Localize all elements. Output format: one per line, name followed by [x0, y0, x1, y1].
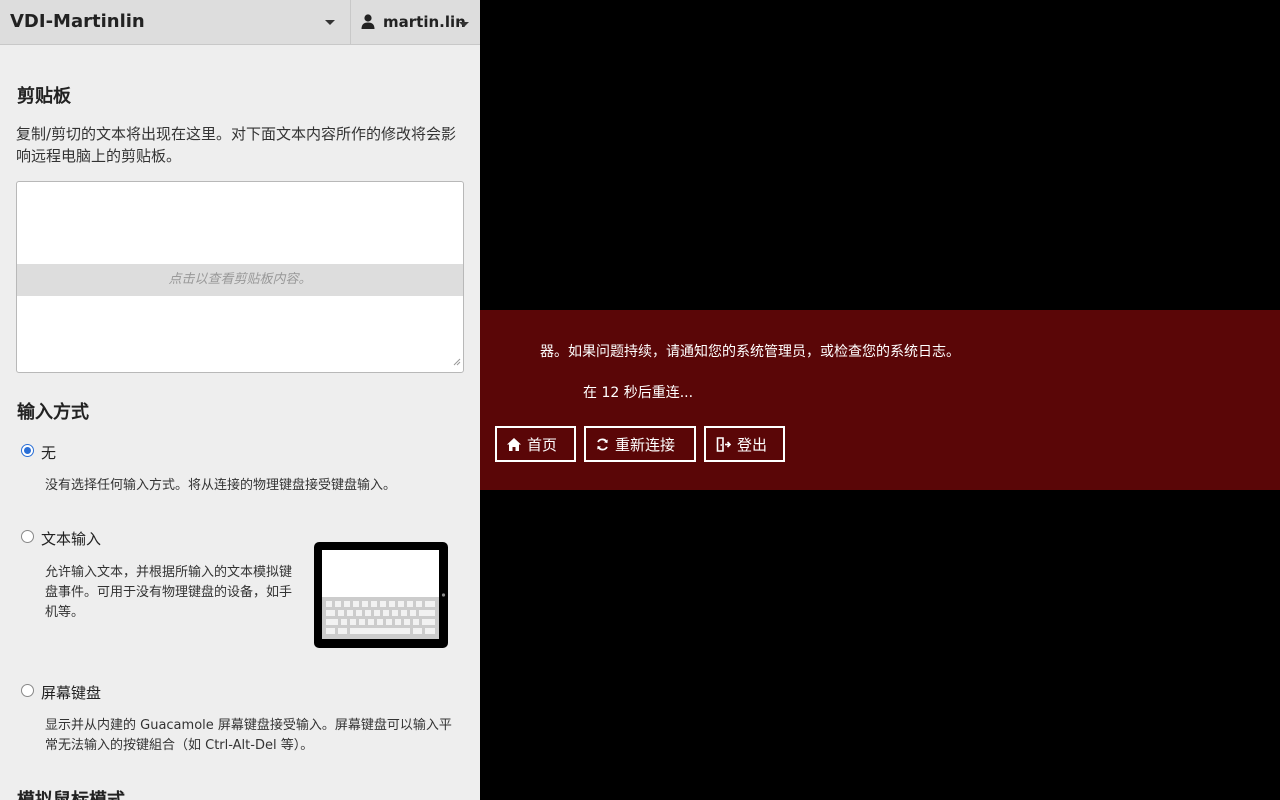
home-button-label: 首页 [527, 435, 558, 454]
chevron-down-icon [320, 17, 340, 36]
option-description-text: 允许输入文本，并根据所输入的文本模拟键盘事件。可用于没有物理键盘的设备，如手机等… [45, 565, 293, 620]
connection-dropdown[interactable] [320, 12, 340, 32]
input-method-title: 输入方式 [17, 402, 89, 423]
reconnect-button[interactable]: 重新连接 [584, 426, 696, 462]
username: martin.lin [383, 13, 466, 31]
clipboard-reveal-hint[interactable]: 点击以查看剪贴板内容。 [17, 264, 463, 296]
mouse-emulation-title: 模拟鼠标模式 [17, 786, 125, 800]
tablet-keyboard-illustration [314, 542, 448, 648]
reconnect-button-label: 重新连接 [615, 435, 676, 454]
home-icon [507, 437, 521, 451]
connection-name: VDI-Martinlin [10, 11, 145, 32]
clipboard-description: 复制/剪切的文本将出现在这里。对下面文本内容所作的修改将会影响远程电脑上的剪贴板… [16, 125, 457, 165]
resize-grip-icon[interactable] [453, 351, 461, 370]
radio-input-none[interactable] [21, 444, 34, 457]
user-icon [361, 14, 375, 33]
radio-label-text[interactable]: 文本输入 [41, 528, 101, 549]
radio-label-none[interactable]: 无 [41, 442, 56, 463]
radio-label-osk[interactable]: 屏幕键盘 [41, 682, 101, 703]
logout-button-label: 登出 [737, 435, 768, 454]
radio-input-text[interactable] [21, 530, 34, 543]
logout-button[interactable]: 登出 [704, 426, 785, 462]
option-description-none: 没有选择任何输入方式。将从连接的物理键盘接受键盘输入。 [45, 478, 397, 493]
guacamole-menu: VDI-Martinlin martin.lin 剪贴板 复制/剪切的文本将出现… [0, 0, 480, 800]
option-description-osk: 显示并从内建的 Guacamole 屏幕键盘接受输入。屏幕键盘可以输入平常无法输… [45, 718, 452, 753]
menu-header: VDI-Martinlin martin.lin [0, 0, 480, 45]
reconnect-icon [596, 438, 609, 451]
clipboard-title: 剪贴板 [17, 86, 71, 107]
user-menu[interactable]: martin.lin [350, 0, 480, 45]
home-button[interactable]: 首页 [495, 426, 576, 462]
logout-icon [716, 436, 731, 452]
chevron-down-icon [457, 16, 471, 35]
clipboard-textarea[interactable]: 点击以查看剪贴板内容。 [16, 181, 464, 373]
radio-input-osk[interactable] [21, 684, 34, 697]
reconnect-countdown: 在 12 秒后重连... [583, 385, 694, 401]
